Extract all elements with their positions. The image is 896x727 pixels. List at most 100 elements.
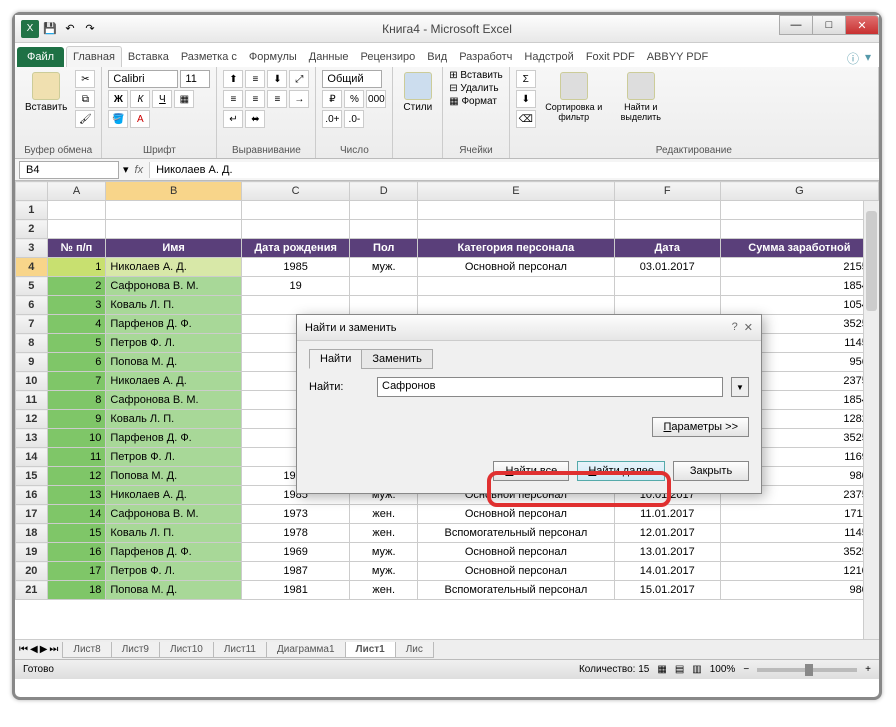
cell[interactable]: 12102	[720, 562, 878, 581]
fx-icon[interactable]: fx	[129, 164, 150, 176]
cell[interactable]: Вспомогательный персонал	[418, 581, 615, 600]
header-cell[interactable]: Имя	[106, 239, 242, 258]
merge-icon[interactable]: ⬌	[245, 110, 265, 128]
view-break-icon[interactable]: ▥	[692, 664, 701, 675]
cell[interactable]: 6	[47, 353, 106, 372]
dialog-help-icon[interactable]: ?	[732, 321, 738, 334]
font-name-combo[interactable]: Calibri	[108, 70, 178, 88]
cell[interactable]: 4	[47, 315, 106, 334]
name-box[interactable]: B4	[19, 161, 119, 179]
cell[interactable]: 18	[47, 581, 106, 600]
column-header[interactable]: B	[106, 182, 242, 201]
autosum-icon[interactable]: Σ	[516, 70, 536, 88]
cell[interactable]: 16	[47, 543, 106, 562]
column-header[interactable]: C	[241, 182, 349, 201]
cell[interactable]	[241, 296, 349, 315]
bold-icon[interactable]: Ж	[108, 90, 128, 108]
row-header[interactable]: 2	[16, 220, 48, 239]
cell[interactable]: Сафронова В. М.	[106, 391, 242, 410]
header-cell[interactable]: Сумма заработной	[720, 239, 878, 258]
sheet-nav-prev-icon[interactable]: ◀	[30, 644, 38, 655]
align-middle-icon[interactable]: ≡	[245, 70, 265, 88]
cell[interactable]: 1973	[241, 505, 349, 524]
row-header[interactable]: 21	[16, 581, 48, 600]
cell[interactable]: жен.	[350, 505, 418, 524]
save-icon[interactable]: 💾	[41, 20, 59, 38]
row-header[interactable]: 11	[16, 391, 48, 410]
find-history-dropdown-icon[interactable]: ▼	[731, 377, 749, 397]
view-normal-icon[interactable]: ▦	[657, 664, 666, 675]
decrease-decimal-icon[interactable]: .0-	[344, 110, 364, 128]
find-input[interactable]: Сафронов	[377, 377, 723, 397]
comma-icon[interactable]: 000	[366, 90, 386, 108]
cell[interactable]: Коваль Л. П.	[106, 296, 242, 315]
row-header[interactable]: 9	[16, 353, 48, 372]
cell[interactable]	[106, 220, 242, 239]
column-header[interactable]: D	[350, 182, 418, 201]
cell[interactable]: 1978	[241, 524, 349, 543]
cell[interactable]: жен.	[350, 581, 418, 600]
cell[interactable]: 14	[47, 505, 106, 524]
cell[interactable]: Попова М. Д.	[106, 353, 242, 372]
tab-addins[interactable]: Надстрой	[518, 47, 579, 67]
vertical-scrollbar[interactable]	[863, 201, 879, 639]
tab-insert[interactable]: Вставка	[122, 47, 175, 67]
indent-icon[interactable]: →	[289, 90, 309, 108]
close-button[interactable]: ✕	[845, 15, 879, 35]
cell[interactable]: 1985	[241, 258, 349, 277]
cell[interactable]: муж.	[350, 258, 418, 277]
cell[interactable]	[614, 296, 720, 315]
cell[interactable]: Парфенов Д. Ф.	[106, 429, 242, 448]
row-header[interactable]: 15	[16, 467, 48, 486]
cell[interactable]: 1969	[241, 543, 349, 562]
row-header[interactable]: 4	[16, 258, 48, 277]
sheet-tab[interactable]: Лист10	[159, 642, 214, 658]
row-header[interactable]: 20	[16, 562, 48, 581]
row-header[interactable]: 17	[16, 505, 48, 524]
row-header[interactable]: 16	[16, 486, 48, 505]
cell[interactable]: 13	[47, 486, 106, 505]
row-header[interactable]: 19	[16, 543, 48, 562]
row-header[interactable]: 7	[16, 315, 48, 334]
cell[interactable]: 10546	[720, 296, 878, 315]
cell[interactable]: Вспомогательный персонал	[418, 524, 615, 543]
number-format-combo[interactable]: Общий	[322, 70, 382, 88]
cell[interactable]	[350, 201, 418, 220]
cell[interactable]: 1981	[241, 581, 349, 600]
italic-icon[interactable]: К	[130, 90, 150, 108]
underline-icon[interactable]: Ч	[152, 90, 172, 108]
column-header[interactable]: A	[47, 182, 106, 201]
find-next-button[interactable]: Найти далее	[577, 461, 665, 481]
tab-review[interactable]: Рецензиро	[355, 47, 422, 67]
tab-developer[interactable]: Разработч	[453, 47, 518, 67]
cell[interactable]	[418, 296, 615, 315]
cell[interactable]	[241, 201, 349, 220]
cell[interactable]: Сафронова В. М.	[106, 505, 242, 524]
zoom-in-icon[interactable]: +	[865, 664, 871, 675]
cell[interactable]: Петров Ф. Л.	[106, 448, 242, 467]
sort-filter-button[interactable]: Сортировка и фильтр	[540, 70, 608, 124]
cell[interactable]: Основной персонал	[418, 562, 615, 581]
fill-color-icon[interactable]: 🪣	[108, 110, 128, 128]
cell[interactable]: жен.	[350, 524, 418, 543]
cell[interactable]	[418, 220, 615, 239]
row-header[interactable]: 14	[16, 448, 48, 467]
minimize-button[interactable]: —	[779, 15, 813, 35]
delete-button[interactable]: ⊟ Удалить	[449, 83, 498, 94]
cell[interactable]: Николаев А. Д.	[106, 258, 242, 277]
tab-replace[interactable]: Заменить	[361, 349, 432, 369]
clear-icon[interactable]: ⌫	[516, 110, 536, 128]
tab-home[interactable]: Главная	[66, 46, 122, 67]
find-select-button[interactable]: Найти и выделить	[612, 70, 670, 124]
cell[interactable]: 15	[47, 524, 106, 543]
cell[interactable]	[106, 201, 242, 220]
cell[interactable]: 15.01.2017	[614, 581, 720, 600]
cell[interactable]: 12.01.2017	[614, 524, 720, 543]
row-header[interactable]: 12	[16, 410, 48, 429]
cell[interactable]: муж.	[350, 543, 418, 562]
cell[interactable]: Николаев А. Д.	[106, 372, 242, 391]
cell[interactable]	[241, 220, 349, 239]
tab-abbyy[interactable]: ABBYY PDF	[641, 47, 715, 67]
cell[interactable]: 9800	[720, 581, 878, 600]
styles-button[interactable]: Стили	[399, 70, 436, 115]
